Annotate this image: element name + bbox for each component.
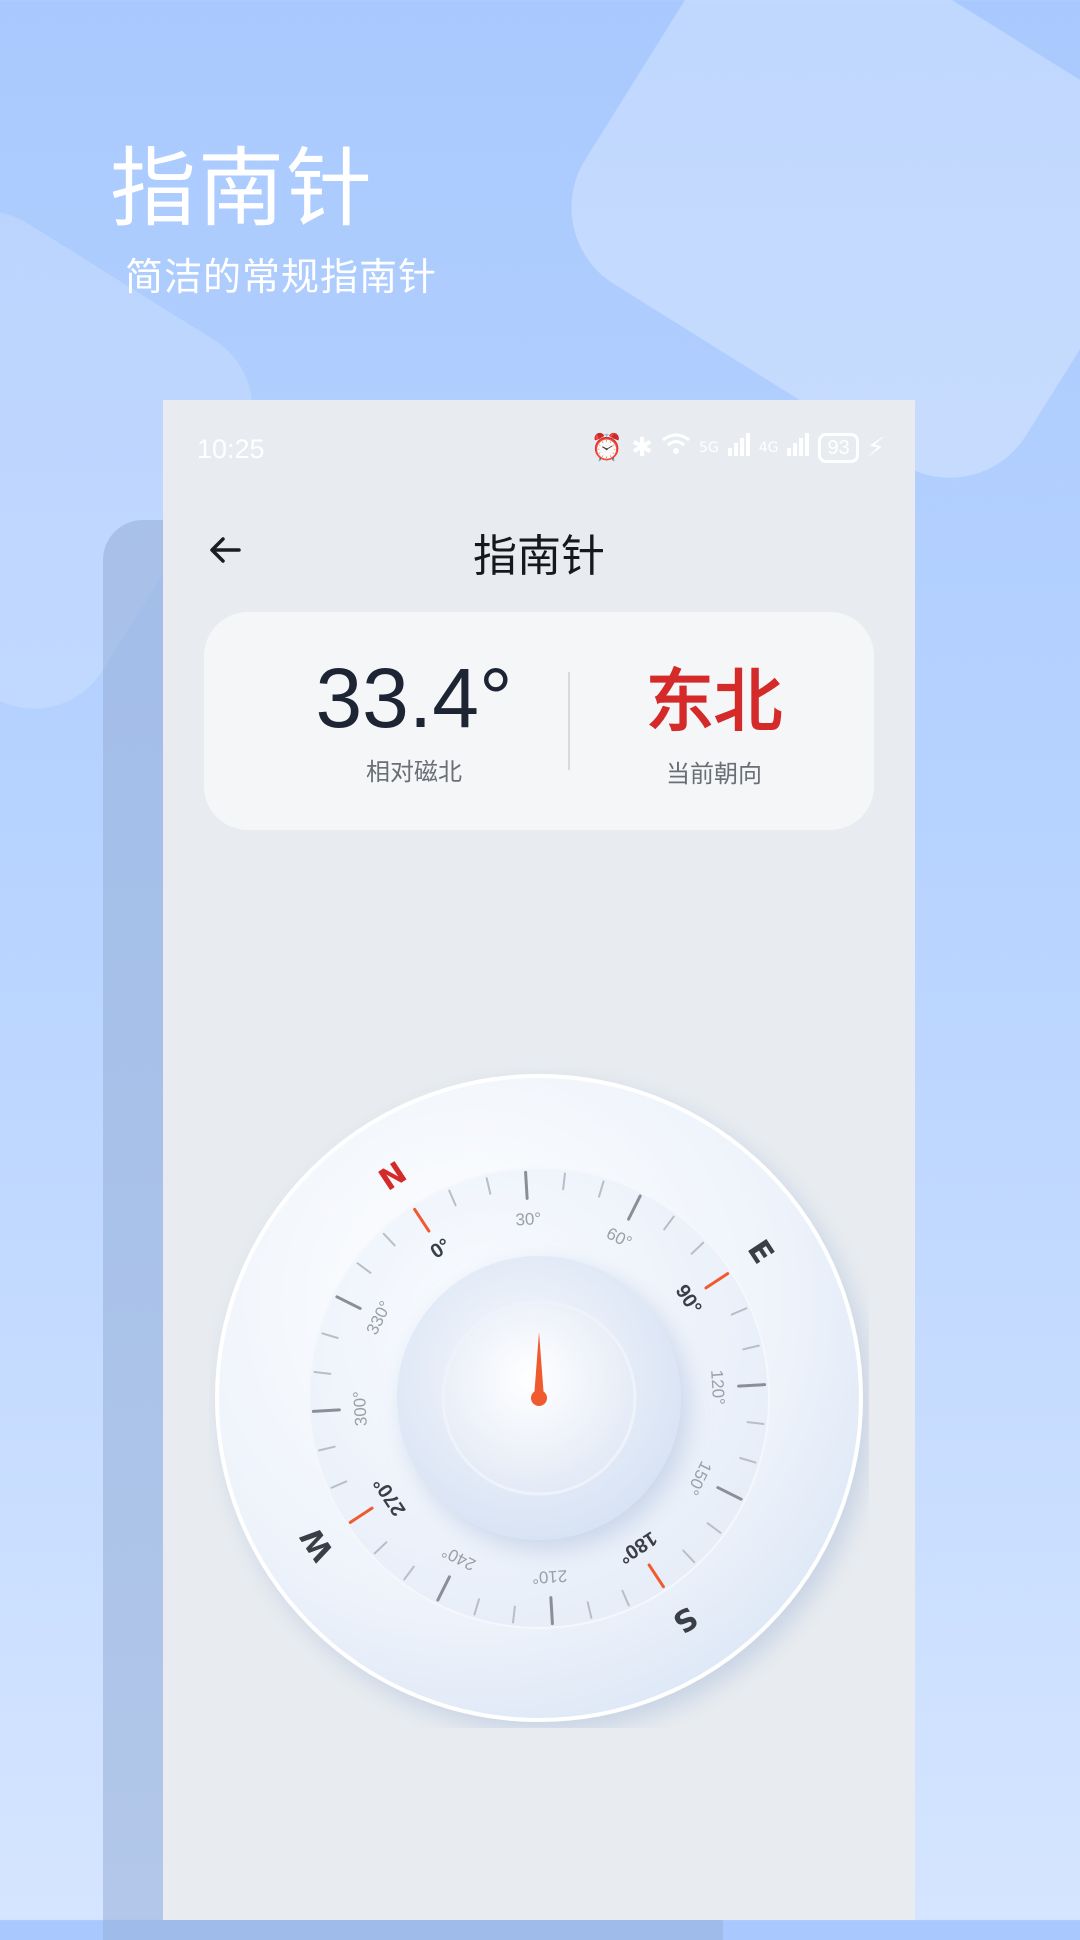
- angle-label: 相对磁北: [366, 758, 462, 786]
- network-5g-label: 5G: [698, 439, 719, 456]
- hero-subtitle: 简洁的常规指南针: [125, 255, 438, 299]
- direction-label: 当前朝向: [666, 760, 762, 788]
- degree-label: 300°: [350, 1390, 371, 1426]
- heading-info-card: 33.4° 相对磁北 东北 当前朝向: [204, 612, 874, 830]
- status-time: 10:25: [197, 434, 265, 464]
- angle-value: 33.4°: [315, 651, 513, 745]
- battery-icon: 93: [818, 432, 859, 463]
- direction-block: 东北 当前朝向: [604, 662, 824, 789]
- alarm-icon: ⏰: [590, 432, 624, 463]
- phone-screen: 10:25 ⏰ ✱ 5G 4G 93 ⚡ 指南针 33.4° 相对磁北 东北 当…: [163, 400, 915, 1920]
- signal-icon: [727, 432, 751, 463]
- bluetooth-icon: ✱: [631, 432, 653, 463]
- nav-bar: 指南针: [163, 500, 915, 620]
- page-title: 指南针: [473, 531, 605, 582]
- wifi-icon: [661, 432, 691, 463]
- signal-icon: [786, 432, 810, 463]
- hero-title: 指南针: [110, 139, 374, 239]
- degree-label: 120°: [707, 1369, 728, 1405]
- network-4g-label: 4G: [758, 439, 779, 456]
- degree-label: 210°: [531, 1566, 567, 1587]
- divider: [568, 672, 570, 770]
- angle-block: 33.4° 相对磁北: [274, 652, 554, 787]
- charging-icon: ⚡: [866, 432, 885, 463]
- compass-dial: 0°30°60°90°120°150°180°210°240°270°300°3…: [215, 1074, 863, 1722]
- degree-label: 30°: [515, 1209, 542, 1229]
- status-icons: ⏰ ✱ 5G 4G 93 ⚡: [591, 432, 885, 463]
- needle-pivot: [531, 1390, 547, 1406]
- status-bar: 10:25 ⏰ ✱ 5G 4G 93 ⚡: [163, 400, 915, 500]
- direction-value: 东北: [645, 663, 782, 742]
